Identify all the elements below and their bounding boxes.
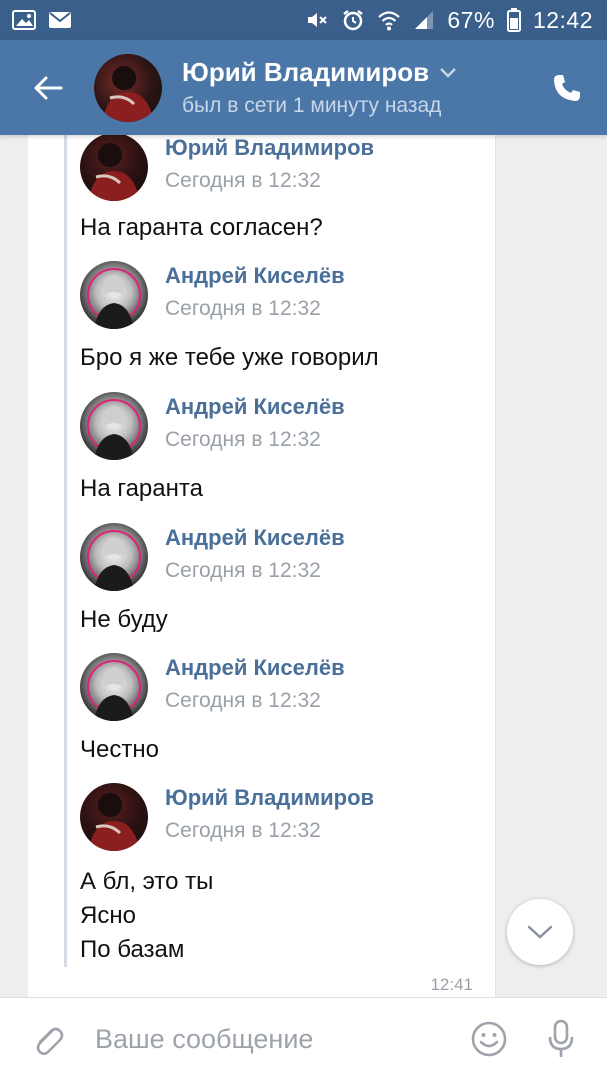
message-text-line: А бл, это ты (80, 868, 214, 895)
paperclip-icon (36, 1027, 63, 1056)
message-timestamp: Сегодня в 12:32 (165, 689, 321, 712)
message-timestamp: Сегодня в 12:32 (165, 819, 321, 842)
battery-percent: 67% (447, 6, 495, 33)
forwarded-message: Андрей Киселёв Сегодня в 12:32 Честно (80, 653, 500, 767)
last-seen-status: был в сети 1 минуту назад (182, 94, 442, 117)
battery-icon (506, 8, 521, 32)
gallery-notification-icon (12, 10, 36, 30)
phone-icon (554, 74, 580, 101)
forwarded-message: Андрей Киселёв Сегодня в 12:32 Не буду (80, 523, 500, 637)
author-avatar[interactable] (80, 261, 148, 329)
contact-info[interactable]: Юрий Владимиров был в сети 1 минуту наза… (182, 57, 527, 118)
message-input[interactable] (95, 1023, 453, 1055)
author-name[interactable]: Андрей Киселёв (165, 525, 345, 551)
author-name[interactable]: Андрей Киселёв (165, 263, 345, 289)
chat-header: Юрий Владимиров был в сети 1 минуту наза… (0, 40, 607, 135)
forwarded-message: Юрий Владимиров Сегодня в 12:32 На гаран… (80, 135, 500, 245)
author-name[interactable]: Андрей Киселёв (165, 394, 345, 420)
signal-icon (413, 9, 435, 31)
author-avatar[interactable] (80, 783, 148, 851)
message-text: На гаранта согласен? (80, 214, 323, 241)
message-text-line: По базам (80, 936, 185, 963)
alarm-icon (341, 8, 365, 32)
message-text: Бро я же тебе уже говорил (80, 344, 379, 371)
arrow-left-icon (34, 76, 62, 99)
message-sent-time: 12:41 (430, 975, 473, 994)
chat-area[interactable]: Юрий Владимиров Сегодня в 12:32 На гаран… (0, 135, 607, 997)
clock: 12:42 (532, 6, 593, 33)
chevron-down-icon (440, 67, 456, 78)
status-bar: 67% 12:42 (0, 0, 607, 40)
scroll-to-bottom-button[interactable] (507, 899, 573, 965)
message-timestamp: Сегодня в 12:32 (165, 428, 321, 451)
voice-message-button[interactable] (525, 998, 597, 1080)
message-bubble[interactable]: Юрий Владимиров Сегодня в 12:32 На гаран… (28, 135, 496, 997)
message-text-line: Ясно (80, 902, 136, 929)
back-button[interactable] (0, 40, 95, 135)
author-avatar[interactable] (80, 392, 148, 460)
forwarded-message: Юрий Владимиров Сегодня в 12:32 А бл, эт… (80, 783, 500, 967)
microphone-icon (548, 1019, 574, 1057)
message-text: Честно (80, 736, 159, 763)
forwarded-message: Андрей Киселёв Сегодня в 12:32 Бро я же … (80, 261, 500, 375)
author-avatar[interactable] (80, 135, 148, 201)
call-button[interactable] (527, 40, 607, 135)
author-name[interactable]: Андрей Киселёв (165, 655, 345, 681)
forwarded-message: Андрей Киселёв Сегодня в 12:32 На гарант… (80, 392, 500, 506)
attach-button[interactable] (0, 998, 95, 1080)
message-timestamp: Сегодня в 12:32 (165, 559, 321, 582)
contact-name: Юрий Владимиров (182, 57, 430, 87)
contact-avatar[interactable] (94, 53, 162, 122)
smiley-icon (471, 1021, 507, 1057)
message-timestamp: Сегодня в 12:32 (165, 297, 321, 320)
chevron-down-icon (527, 925, 553, 939)
forward-quote-line (64, 135, 67, 967)
mail-notification-icon (48, 11, 72, 29)
message-text: Не буду (80, 606, 168, 633)
message-timestamp: Сегодня в 12:32 (165, 169, 321, 192)
mute-icon (305, 8, 329, 32)
message-composer (0, 997, 607, 1080)
wifi-icon (377, 9, 401, 31)
emoji-button[interactable] (453, 998, 525, 1080)
message-text: На гаранта (80, 475, 203, 502)
author-name[interactable]: Юрий Владимиров (165, 785, 374, 811)
author-avatar[interactable] (80, 653, 148, 721)
author-name[interactable]: Юрий Владимиров (165, 135, 374, 161)
author-avatar[interactable] (80, 523, 148, 591)
